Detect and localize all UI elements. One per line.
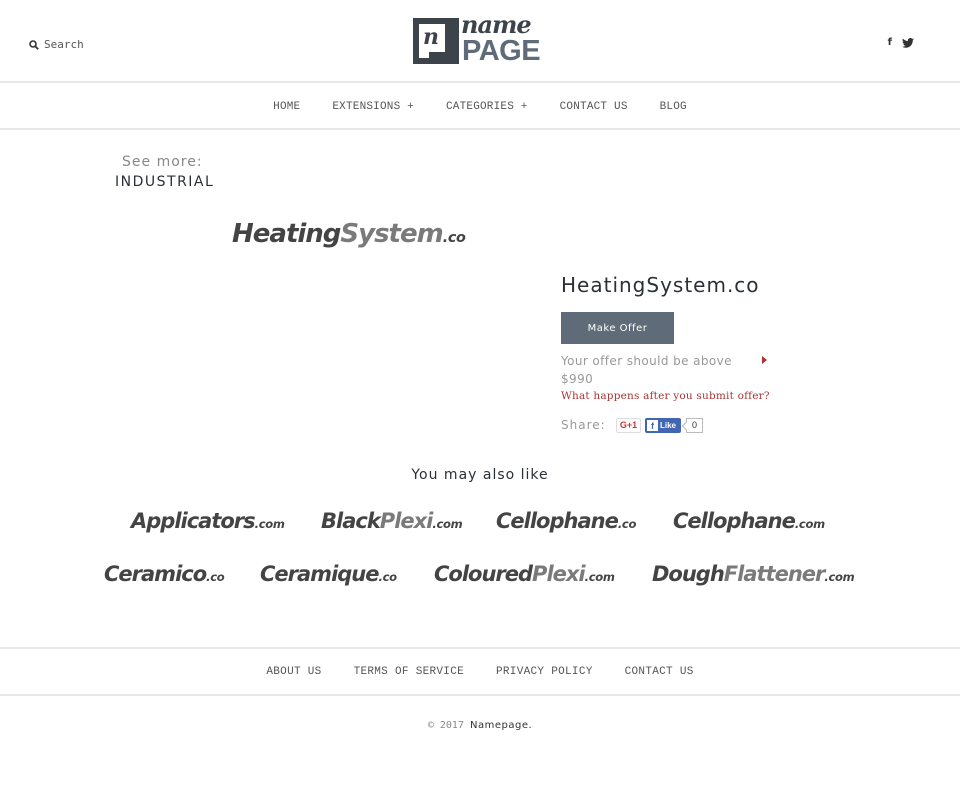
related-domain[interactable]: Cellophane.co [496, 509, 636, 533]
nav-item-extensions[interactable]: EXTENSIONS + [332, 101, 414, 113]
nav-item-contact-us[interactable]: CONTACT US [560, 101, 628, 113]
related-domain[interactable]: Ceramique.co [260, 562, 397, 586]
category-link[interactable]: INDUSTRIAL [115, 174, 214, 190]
product-title: HeatingSystem.co [561, 273, 760, 297]
product-logo: HeatingSystem.co [232, 219, 466, 249]
related-domain[interactable]: DoughFlattener.com [652, 562, 855, 586]
nav-item-home[interactable]: HOME [273, 101, 300, 113]
logo-letter: n [423, 24, 439, 50]
share-label: Share: [561, 418, 606, 432]
site-header: Search n name PAGE f [0, 0, 960, 83]
facebook-icon: f [647, 420, 658, 431]
google-plus-button[interactable]: G+1 [616, 418, 641, 433]
related-domain[interactable]: Applicators.com [131, 509, 285, 533]
logo-text-bottom: PAGE [462, 35, 541, 67]
search-icon [29, 39, 39, 50]
search-label: Search [44, 38, 84, 51]
facebook-like-button[interactable]: f Like [645, 418, 681, 433]
copyright: © 2017 Namepage. [0, 720, 960, 731]
main-nav: HOME EXTENSIONS + CATEGORIES + CONTACT U… [0, 85, 960, 130]
site-logo[interactable]: n name PAGE [413, 10, 553, 67]
see-more-label: See more: [122, 154, 203, 170]
logo-mark: n [413, 18, 459, 64]
related-domain[interactable]: BlackPlexi.com [321, 509, 463, 533]
footer-link-terms-of-service[interactable]: TERMS OF SERVICE [354, 666, 464, 678]
facebook-icon[interactable]: f [888, 37, 892, 48]
facebook-like-count: 0 [686, 418, 703, 433]
social-links: f [888, 37, 914, 48]
related-domain[interactable]: Cellophane.com [673, 509, 825, 533]
twitter-icon[interactable] [902, 37, 914, 48]
offer-minimum-note: Your offer should be above $990 [561, 354, 732, 386]
search-button[interactable]: Search [29, 38, 84, 51]
related-domain[interactable]: Ceramico.co [104, 562, 225, 586]
footer-nav: ABOUT US TERMS OF SERVICE PRIVACY POLICY… [0, 647, 960, 696]
nav-item-categories[interactable]: CATEGORIES + [446, 101, 528, 113]
footer-link-contact-us[interactable]: CONTACT US [625, 666, 694, 678]
offer-help-link[interactable]: What happens after you submit offer? [561, 390, 770, 402]
nav-item-blog[interactable]: BLOG [660, 101, 687, 113]
caret-right-icon[interactable] [762, 356, 767, 364]
footer-link-about-us[interactable]: ABOUT US [266, 666, 321, 678]
make-offer-button[interactable]: Make Offer [561, 312, 674, 344]
footer-link-privacy-policy[interactable]: PRIVACY POLICY [496, 666, 593, 678]
copyright-brand-link[interactable]: Namepage. [470, 720, 532, 731]
copyright-year: © 2017 [427, 720, 464, 731]
related-domain[interactable]: ColouredPlexi.com [434, 562, 615, 586]
related-heading: You may also like [411, 467, 549, 483]
